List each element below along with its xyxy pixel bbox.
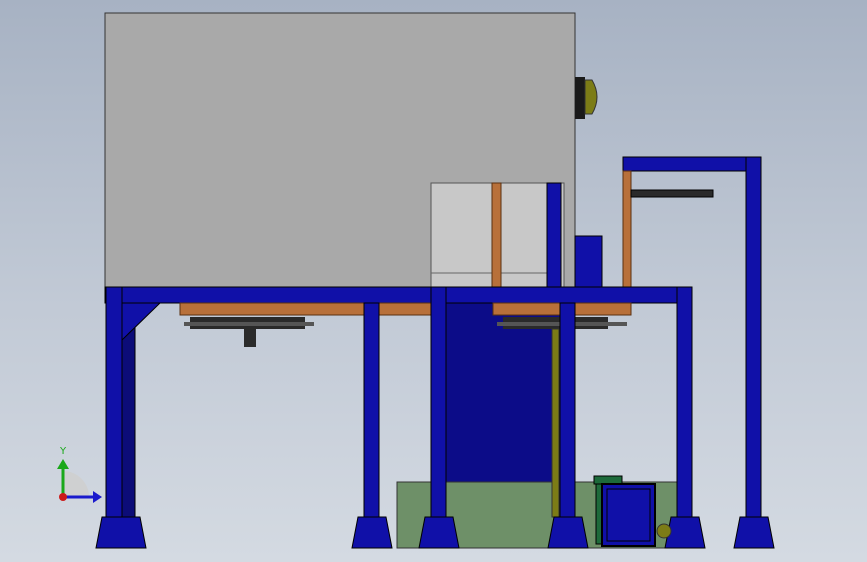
gantry-foot (733, 516, 775, 549)
assembly-model[interactable] (0, 0, 867, 562)
gantry-right-post (745, 156, 762, 518)
coordinate-triad: Y (57, 446, 102, 503)
side-motor[interactable] (575, 77, 598, 119)
gantry-top-beam (622, 156, 762, 172)
frame-column-cabinet (546, 182, 562, 290)
rear-panel (574, 235, 603, 291)
y-axis-label: Y (59, 446, 67, 457)
z-axis-icon (59, 493, 67, 501)
vertical-shaft (551, 328, 560, 518)
copper-pipe-left (491, 182, 502, 290)
gantry-copper-post (622, 170, 632, 290)
platform-beam (104, 286, 693, 304)
motor-box[interactable] (601, 483, 656, 547)
cad-viewport[interactable]: Y (0, 0, 867, 562)
small-gear (656, 523, 672, 539)
leg-2 (351, 302, 393, 549)
gantry-dark-bar (630, 189, 714, 198)
copper-rail-left (179, 302, 434, 316)
slide-track-left (184, 317, 314, 347)
